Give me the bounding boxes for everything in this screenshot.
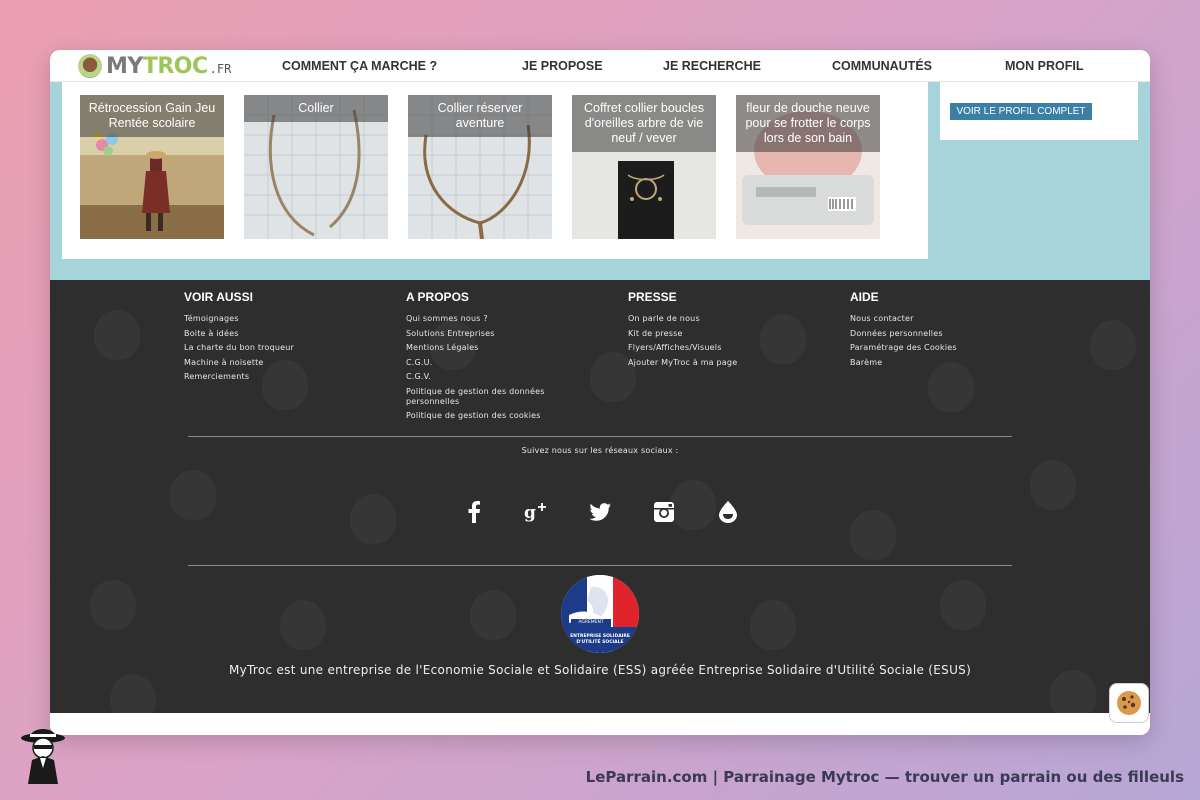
leparrain-caption: LeParrain.com | Parrainage Mytroc — trou…	[585, 768, 1184, 786]
logo-my: MY	[106, 53, 143, 79]
social-follow-label: Suivez nous sur les réseaux sociaux :	[521, 446, 679, 455]
products-panel: Rétrocession Gain Jeu Rentée scolaire Co…	[62, 82, 928, 259]
footer-col-title: AIDE	[850, 290, 879, 304]
mascot-pattern-icon	[750, 600, 796, 650]
footer-link[interactable]: Remerciements	[184, 372, 334, 382]
product-title: Coffret collier boucles d'oreilles arbre…	[572, 95, 716, 152]
product-title: Collier	[244, 95, 388, 122]
footer-col-presse: PRESSE On parle de nous Kit de presse Fl…	[628, 290, 838, 372]
mascot-pattern-icon	[280, 600, 326, 650]
footer-link[interactable]: Boite à idées	[184, 329, 334, 339]
mascot-pattern-icon	[470, 590, 516, 640]
leparrain-mascot-icon	[21, 729, 65, 784]
footer-col-title: VOIR AUSSI	[184, 290, 253, 304]
facebook-icon[interactable]	[459, 497, 489, 527]
nav-je-propose[interactable]: JE PROPOSE	[522, 59, 603, 73]
mascot-pattern-icon	[850, 510, 896, 560]
logo-troc: TROC	[142, 53, 208, 79]
view-full-profile-button[interactable]: VOIR LE PROFIL COMPLET	[950, 103, 1092, 120]
footer-link[interactable]: Nous contacter	[850, 314, 1000, 324]
footer-link[interactable]: Paramétrage des Cookies	[850, 343, 1000, 353]
bottom-strip	[50, 713, 1150, 735]
esus-line-2: D'UTILITÉ SOCIALE	[576, 639, 624, 645]
product-title: Collier réserver aventure	[408, 95, 552, 137]
nav-je-recherche[interactable]: JE RECHERCHE	[663, 59, 761, 73]
esus-badge-text: ENTREPRISE SOLIDAIRE D'UTILITÉ SOCIALE	[561, 634, 639, 645]
product-card[interactable]: Collier	[244, 95, 388, 239]
site-header: MY TROC .FR COMMENT ÇA MARCHE ? JE PROPO…	[50, 50, 1150, 82]
site-footer: VOIR AUSSI Témoignages Boite à idées La …	[50, 280, 1150, 713]
esus-badge: AGRÉMENT ENTREPRISE SOLIDAIRE D'UTILITÉ …	[561, 575, 639, 653]
footer-col-a-propos: A PROPOS Qui sommes nous ? Solutions Ent…	[406, 290, 616, 426]
footer-col-voir-aussi: VOIR AUSSI Témoignages Boite à idées La …	[184, 290, 394, 387]
footer-link[interactable]: On parle de nous	[628, 314, 778, 324]
browser-window: MY TROC .FR COMMENT ÇA MARCHE ? JE PROPO…	[50, 50, 1150, 735]
footer-link[interactable]: Politique de gestion des cookies	[406, 411, 556, 421]
footer-divider	[188, 436, 1012, 437]
google-plus-icon[interactable]: g	[520, 497, 550, 527]
profile-panel: VOIR LE PROFIL COMPLET	[940, 82, 1138, 140]
product-card[interactable]: Collier réserver aventure	[408, 95, 552, 239]
footer-link[interactable]: C.G.V.	[406, 372, 556, 382]
product-card[interactable]: Coffret collier boucles d'oreilles arbre…	[572, 95, 716, 239]
footer-link[interactable]: Mentions Légales	[406, 343, 556, 353]
footer-link[interactable]: Flyers/Affiches/Visuels	[628, 343, 778, 353]
footer-link[interactable]: Politique de gestion des données personn…	[406, 387, 556, 407]
product-title: Rétrocession Gain Jeu Rentée scolaire	[80, 95, 224, 137]
product-card[interactable]: Rétrocession Gain Jeu Rentée scolaire	[80, 95, 224, 239]
footer-col-aide: AIDE Nous contacter Données personnelles…	[850, 290, 1060, 372]
content-area: Rétrocession Gain Jeu Rentée scolaire Co…	[50, 82, 1150, 280]
footer-link[interactable]: Ajouter MyTroc à ma page	[628, 358, 778, 368]
footer-divider	[188, 565, 1012, 566]
mascot-pattern-icon	[90, 580, 136, 630]
nav-communautes[interactable]: COMMUNAUTÉS	[832, 59, 932, 73]
drop-icon[interactable]	[713, 497, 743, 527]
mascot-pattern-icon	[1030, 460, 1076, 510]
esus-agreement-label: AGRÉMENT	[571, 619, 611, 627]
footer-col-title: PRESSE	[628, 290, 677, 304]
mascot-pattern-icon	[170, 470, 216, 520]
nav-mon-profil[interactable]: MON PROFIL	[1005, 59, 1083, 73]
mytroc-logo[interactable]: MY TROC .FR	[78, 52, 231, 80]
ess-statement: MyTroc est une entreprise de l'Economie …	[228, 663, 972, 677]
footer-link[interactable]: Solutions Entreprises	[406, 329, 556, 339]
footer-link[interactable]: Barème	[850, 358, 1000, 368]
product-title: fleur de douche neuve pour se frotter le…	[736, 95, 880, 152]
cookie-settings-button[interactable]	[1109, 683, 1149, 723]
footer-link[interactable]: C.G.U.	[406, 358, 556, 368]
esus-line-1: ENTREPRISE SOLIDAIRE	[570, 634, 630, 639]
mascot-pattern-icon	[110, 674, 156, 713]
footer-link[interactable]: La charte du bon troqueur	[184, 343, 334, 353]
svg-text:g: g	[524, 503, 536, 522]
product-card[interactable]: fleur de douche neuve pour se frotter le…	[736, 95, 880, 239]
mascot-pattern-icon	[350, 494, 396, 544]
footer-link[interactable]: Qui sommes nous ?	[406, 314, 556, 324]
instagram-icon[interactable]	[649, 497, 679, 527]
footer-link[interactable]: Témoignages	[184, 314, 334, 324]
twitter-icon[interactable]	[585, 497, 615, 527]
footer-link[interactable]: Données personnelles	[850, 329, 1000, 339]
mascot-icon	[78, 54, 102, 78]
mascot-pattern-icon	[94, 310, 140, 360]
mascot-pattern-icon	[940, 580, 986, 630]
nav-comment-ca-marche[interactable]: COMMENT ÇA MARCHE ?	[282, 59, 437, 73]
mascot-pattern-icon	[1090, 320, 1136, 370]
footer-col-title: A PROPOS	[406, 290, 469, 304]
footer-link[interactable]: Kit de presse	[628, 329, 778, 339]
cookie-icon	[1117, 691, 1141, 715]
logo-fr: .FR	[209, 62, 232, 76]
footer-link[interactable]: Machine à noisette	[184, 358, 334, 368]
